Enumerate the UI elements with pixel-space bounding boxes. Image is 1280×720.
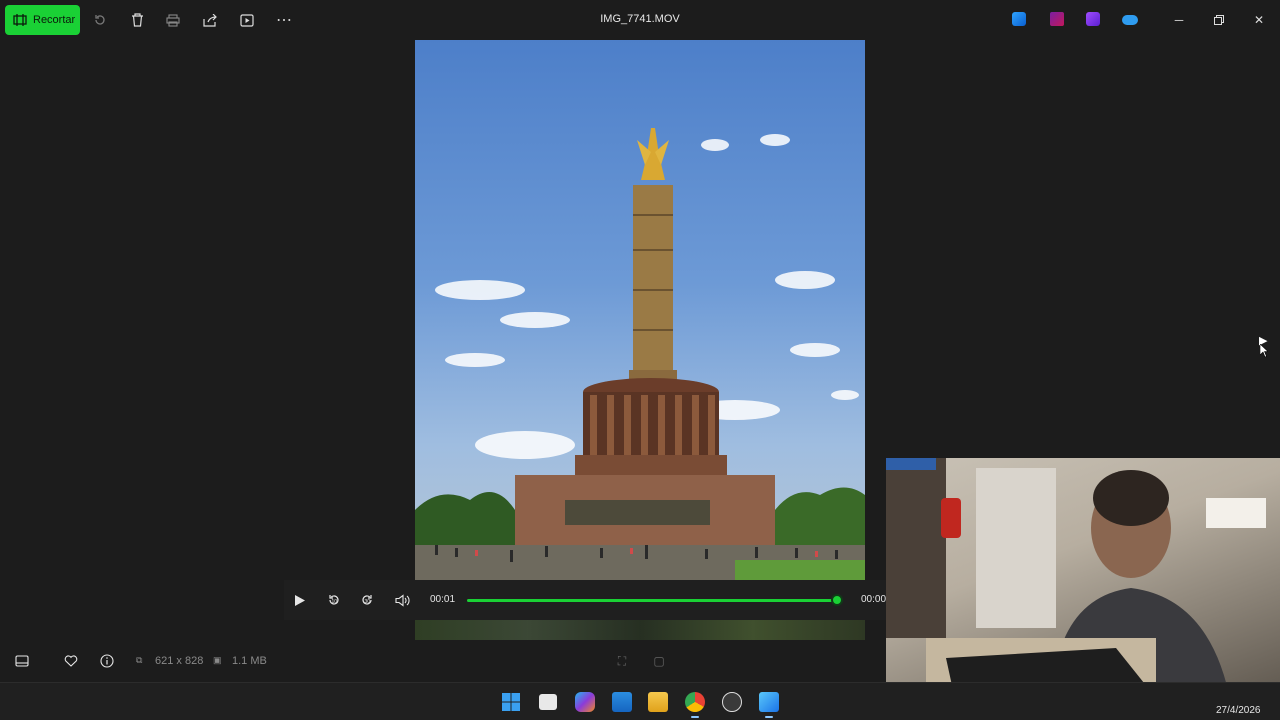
player-controls: 10 30 00:01 00:00 bbox=[284, 580, 886, 620]
crop-button[interactable]: Recortar bbox=[5, 5, 80, 35]
crop-icon bbox=[13, 14, 27, 26]
minimize-icon[interactable]: ─ bbox=[1167, 10, 1191, 30]
crop-button-label: Recortar bbox=[33, 14, 76, 26]
play-icon[interactable] bbox=[291, 591, 309, 609]
copilot-icon[interactable] bbox=[575, 692, 595, 712]
total-time: 00:00 bbox=[861, 594, 887, 605]
image-dimensions: 621 x 828 bbox=[155, 655, 204, 667]
trash-icon[interactable] bbox=[127, 10, 147, 30]
clipchamp-icon[interactable] bbox=[1050, 12, 1064, 26]
onedrive-icon[interactable] bbox=[1122, 15, 1138, 25]
status-bar: ⧉ 621 x 828 ▣ 1.1 MB ⛶ ▢ bbox=[0, 642, 886, 680]
share-icon[interactable] bbox=[200, 10, 220, 30]
current-time: 00:01 bbox=[430, 594, 456, 605]
clock-app-icon[interactable] bbox=[722, 692, 742, 712]
slideshow-icon[interactable] bbox=[237, 10, 257, 30]
mouse-cursor-icon bbox=[1260, 344, 1268, 358]
photos-active-indicator bbox=[765, 716, 773, 718]
dimensions-icon: ⧉ bbox=[136, 655, 143, 665]
actual-size-icon[interactable]: ▢ bbox=[651, 653, 667, 669]
task-view-icon[interactable] bbox=[539, 694, 557, 710]
title-bar: Recortar ⋯ IMG_7741.MOV ─ ✕ bbox=[0, 0, 1280, 40]
svg-text:30: 30 bbox=[365, 599, 371, 605]
store-icon[interactable] bbox=[612, 692, 632, 712]
favorite-icon[interactable] bbox=[63, 653, 79, 669]
chrome-icon[interactable] bbox=[685, 692, 705, 712]
close-icon[interactable]: ✕ bbox=[1247, 10, 1271, 30]
video-still-image bbox=[415, 128, 865, 580]
seek-bar[interactable] bbox=[467, 599, 837, 602]
start-icon[interactable] bbox=[501, 692, 521, 712]
photos-taskbar-icon[interactable] bbox=[759, 692, 779, 712]
more-icon[interactable]: ⋯ bbox=[274, 10, 294, 30]
video-editor-icon[interactable] bbox=[1086, 12, 1100, 26]
video-reflection bbox=[415, 620, 865, 640]
svg-text:10: 10 bbox=[332, 599, 338, 605]
forward-30-icon[interactable]: 30 bbox=[358, 591, 376, 609]
photos-app-icon[interactable] bbox=[1012, 12, 1026, 26]
rewind-10-icon[interactable]: 10 bbox=[325, 591, 343, 609]
webcam-image bbox=[886, 458, 1266, 704]
fit-to-window-icon[interactable]: ⛶ bbox=[614, 653, 630, 669]
volume-icon[interactable] bbox=[393, 591, 411, 609]
filmstrip-icon[interactable] bbox=[14, 653, 30, 669]
filesize-icon: ▣ bbox=[213, 655, 222, 665]
restore-icon[interactable] bbox=[1207, 10, 1231, 30]
taskbar: 27/4/2026 bbox=[0, 682, 1280, 720]
seek-thumb[interactable] bbox=[831, 594, 843, 606]
window-title: IMG_7741.MOV bbox=[600, 13, 680, 25]
taskbar-date: 27/4/2026 bbox=[1216, 705, 1261, 716]
info-icon[interactable] bbox=[99, 653, 115, 669]
print-icon[interactable] bbox=[163, 10, 183, 30]
rotate-icon[interactable] bbox=[90, 10, 110, 30]
file-size: 1.1 MB bbox=[232, 655, 267, 667]
chrome-active-indicator bbox=[691, 716, 699, 718]
webcam-overlay bbox=[886, 458, 1280, 704]
video-frame[interactable] bbox=[415, 40, 865, 580]
file-explorer-icon[interactable] bbox=[648, 692, 668, 712]
